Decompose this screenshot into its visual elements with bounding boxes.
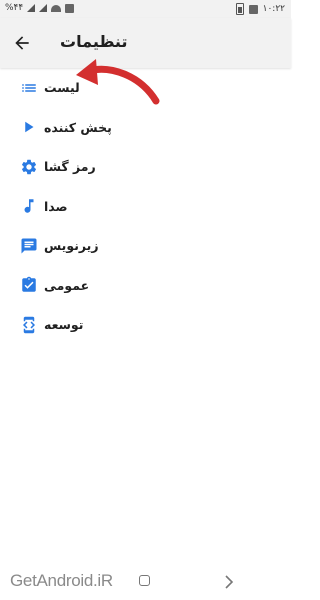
home-button-icon[interactable] — [139, 575, 150, 586]
developer-mode-icon — [23, 316, 35, 333]
status-left-icons: %۴۴ — [5, 3, 75, 13]
menu-item-subtitles[interactable]: زیرنویس — [0, 226, 291, 266]
music-note-icon — [24, 199, 34, 214]
watermark-text: GetAndroid.iR — [10, 571, 113, 590]
menu-item-label: زیرنویس — [44, 238, 99, 254]
signal-icon — [27, 4, 36, 12]
wifi-icon — [51, 4, 62, 12]
menu-item-general[interactable]: عمومی — [0, 266, 291, 306]
menu-item-development[interactable]: توسعه — [0, 305, 291, 345]
navigation-bar: GetAndroid.iR — [0, 564, 291, 600]
arrow-back-icon[interactable] — [12, 33, 32, 53]
status-bar: %۴۴ ۱۰:۲۲ — [0, 0, 291, 18]
menu-item-label: لیست — [44, 80, 80, 96]
menu-item-label: عمومی — [44, 277, 90, 293]
image-icon — [248, 4, 258, 14]
status-right-icons: ۱۰:۲۲ — [235, 3, 285, 15]
menu-item-label: صدا — [44, 198, 68, 214]
nav-back-chevron-icon[interactable] — [224, 575, 234, 589]
signal-icon-2 — [39, 4, 48, 12]
battery-percent-text: %۴۴ — [5, 3, 24, 13]
status-time: ۱۰:۲۲ — [262, 4, 285, 14]
notification-icon — [65, 3, 75, 13]
play-icon — [25, 122, 34, 133]
menu-item-label: رمز گشا — [44, 159, 96, 175]
menu-item-label: پخش کننده — [44, 119, 112, 135]
menu-item-player[interactable]: پخش کننده — [0, 108, 291, 148]
menu-item-label: توسعه — [44, 317, 84, 333]
page-title: تنظیمات — [60, 32, 128, 51]
battery-icon — [235, 3, 244, 15]
list-icon — [22, 84, 36, 92]
gear-icon — [21, 159, 37, 174]
clipboard-check-icon — [22, 277, 36, 292]
menu-item-audio[interactable]: صدا — [0, 187, 291, 227]
menu-item-list[interactable]: لیست — [0, 68, 291, 108]
subtitles-icon — [21, 238, 37, 254]
settings-menu: لیست پخش کننده رمز گشا صدا زیرنویس عمومی — [0, 68, 291, 345]
menu-item-decoder[interactable]: رمز گشا — [0, 147, 291, 187]
app-bar: تنظیمات — [0, 18, 291, 68]
